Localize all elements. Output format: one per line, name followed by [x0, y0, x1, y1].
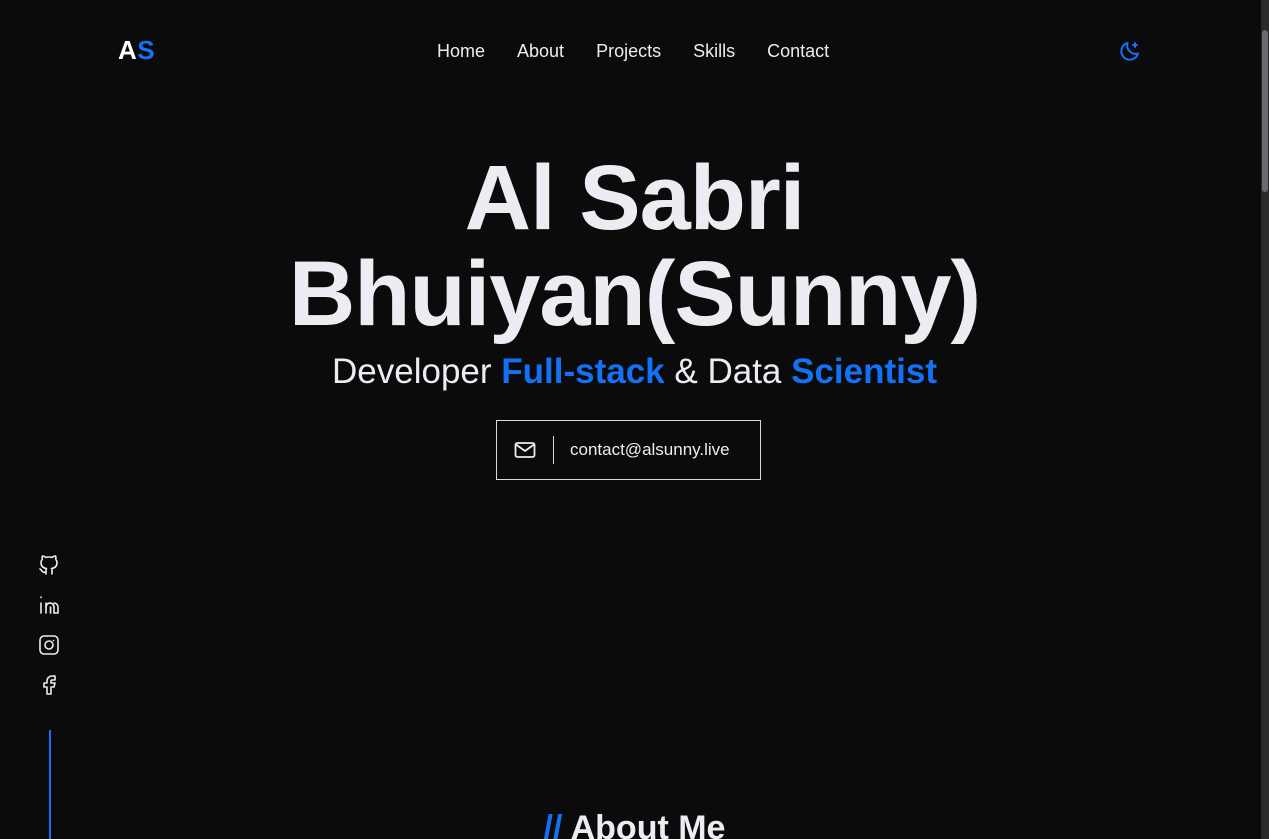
nav-home[interactable]: Home [437, 38, 485, 64]
facebook-icon[interactable] [37, 673, 61, 697]
portfolio-page: AS Home About Projects Skills Contact Al… [0, 0, 1269, 839]
site-logo[interactable]: AS [118, 34, 155, 66]
logo-letter-s: S [137, 35, 156, 65]
nav-about[interactable]: About [517, 38, 564, 64]
subtitle-part1: Developer [332, 352, 502, 391]
hero-name-line1: Al Sabri [464, 147, 806, 249]
theme-toggle-button[interactable] [1118, 39, 1142, 63]
social-links [37, 553, 61, 697]
scrollbar-thumb[interactable] [1262, 30, 1268, 192]
instagram-icon[interactable] [37, 633, 61, 657]
linkedin-icon[interactable] [37, 593, 61, 617]
about-heading: // About Me [0, 808, 1269, 839]
moon-star-icon [1120, 42, 1139, 61]
about-heading-slashes: // [543, 809, 563, 839]
nav-skills[interactable]: Skills [693, 38, 735, 64]
main-nav: Home About Projects Skills Contact [437, 38, 829, 64]
mail-icon-wrap [497, 438, 553, 462]
hero-name: Al Sabri Bhuiyan(Sunny) [0, 150, 1269, 342]
subtitle-part2: & Data [664, 352, 792, 391]
hero-name-line2: Bhuiyan(Sunny) [288, 243, 981, 345]
about-heading-text: About Me [562, 809, 726, 839]
page-scrollbar[interactable] [1261, 0, 1269, 839]
subtitle-accent-scientist: Scientist [791, 352, 937, 391]
contact-email-text: contact@alsunny.live [570, 440, 730, 459]
github-icon[interactable] [37, 553, 61, 577]
mail-icon [514, 442, 536, 458]
nav-projects[interactable]: Projects [596, 38, 661, 64]
logo-letter-a: A [118, 35, 138, 65]
contact-email-button[interactable]: contact@alsunny.live [496, 420, 761, 480]
hero-subtitle: Developer Full-stack & Data Scientist [0, 352, 1269, 392]
nav-contact[interactable]: Contact [767, 38, 829, 64]
subtitle-accent-fullstack: Full-stack [501, 352, 665, 391]
